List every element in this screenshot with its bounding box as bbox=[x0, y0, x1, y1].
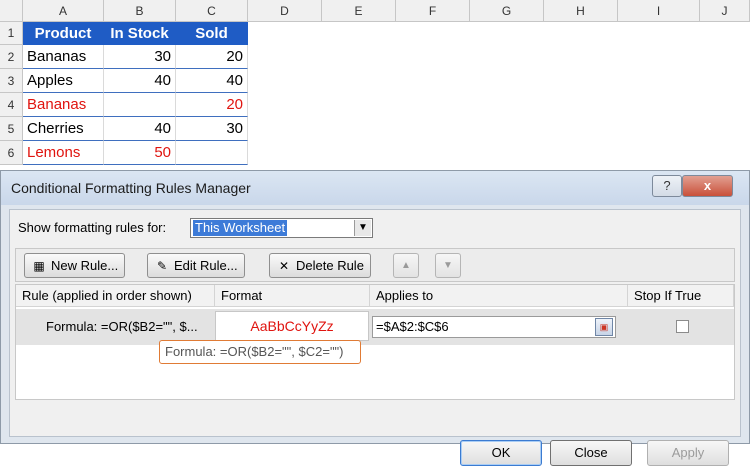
cell-a2[interactable]: Bananas bbox=[23, 45, 104, 69]
cell-a4[interactable]: Bananas bbox=[23, 93, 104, 117]
corner-cell[interactable] bbox=[0, 0, 23, 22]
cell-a6[interactable]: Lemons bbox=[23, 141, 104, 165]
applies-to-value: =$A$2:$C$6 bbox=[376, 319, 449, 334]
col-header-c[interactable]: C bbox=[176, 0, 248, 22]
cell-c1[interactable]: Sold bbox=[176, 22, 248, 45]
rules-manager-dialog: Conditional Formatting Rules Manager ? x… bbox=[0, 170, 750, 466]
col-header-j[interactable]: J bbox=[700, 0, 750, 22]
col-header-a[interactable]: A bbox=[23, 0, 104, 22]
show-rules-value: This Worksheet bbox=[193, 220, 288, 236]
cell-c3[interactable]: 40 bbox=[176, 69, 248, 93]
rules-toolbar: ▦ New Rule... ✎ Edit Rule... ✕ Delete Rule … bbox=[15, 248, 735, 282]
move-up-icon[interactable]: ▲ bbox=[393, 253, 419, 278]
col-rule-header: Rule (applied in order shown) bbox=[16, 285, 215, 307]
rule-row[interactable]: Formula: =OR($B2="", $... AaBbCcYyZz =$A… bbox=[16, 309, 734, 345]
row-header-5[interactable]: 5 bbox=[0, 117, 23, 141]
new-rule-button[interactable]: ▦ New Rule... bbox=[24, 253, 126, 278]
help-button[interactable]: ? bbox=[652, 175, 682, 197]
col-header-e[interactable]: E bbox=[322, 0, 396, 22]
edit-rule-button[interactable]: ✎ Edit Rule... bbox=[147, 253, 245, 278]
col-applies-header: Applies to bbox=[370, 285, 628, 307]
cell-c5[interactable]: 30 bbox=[176, 117, 248, 141]
row-header-4[interactable]: 4 bbox=[0, 93, 23, 117]
cell-a5[interactable]: Cherries bbox=[23, 117, 104, 141]
rule-formula: Formula: =OR($B2="", $... bbox=[46, 319, 198, 334]
col-stop-header: Stop If True bbox=[628, 285, 734, 307]
dialog-title: Conditional Formatting Rules Manager bbox=[11, 180, 251, 196]
show-rules-select[interactable]: This Worksheet ▼ bbox=[190, 218, 373, 238]
cell-c2[interactable]: 20 bbox=[176, 45, 248, 69]
show-rules-label: Show formatting rules for: bbox=[18, 220, 167, 235]
cell-b3[interactable]: 40 bbox=[104, 69, 176, 93]
close-x-button[interactable]: x bbox=[682, 175, 733, 197]
cell-a1[interactable]: Product bbox=[23, 22, 104, 45]
row-header-2[interactable]: 2 bbox=[0, 45, 23, 69]
cell-b4[interactable] bbox=[104, 93, 176, 117]
cell-a3[interactable]: Apples bbox=[23, 69, 104, 93]
dialog-titlebar[interactable]: Conditional Formatting Rules Manager ? x bbox=[1, 171, 749, 205]
col-header-b[interactable]: B bbox=[104, 0, 176, 22]
new-rule-icon: ▦ bbox=[33, 259, 45, 273]
col-format-header: Format bbox=[215, 285, 370, 307]
delete-rule-label: Delete Rule bbox=[296, 258, 364, 273]
cell-b5[interactable]: 40 bbox=[104, 117, 176, 141]
col-header-i[interactable]: I bbox=[618, 0, 700, 22]
rules-grid: Rule (applied in order shown) Format App… bbox=[15, 284, 735, 400]
cell-b2[interactable]: 30 bbox=[104, 45, 176, 69]
range-selector-icon[interactable]: ▣ bbox=[595, 318, 613, 336]
format-preview: AaBbCcYyZz bbox=[215, 311, 369, 341]
col-header-f[interactable]: F bbox=[396, 0, 470, 22]
edit-rule-icon: ✎ bbox=[156, 259, 168, 273]
cell-b1[interactable]: In Stock bbox=[104, 22, 176, 45]
delete-rule-button[interactable]: ✕ Delete Rule bbox=[269, 253, 371, 278]
col-header-d[interactable]: D bbox=[248, 0, 322, 22]
applies-to-field[interactable]: =$A$2:$C$6 ▣ bbox=[372, 316, 616, 338]
formula-tooltip: Formula: =OR($B2="", $C2="") bbox=[159, 340, 361, 364]
stop-if-true-checkbox[interactable] bbox=[676, 320, 689, 333]
cell-c6[interactable] bbox=[176, 141, 248, 165]
dropdown-arrow-icon[interactable]: ▼ bbox=[354, 220, 371, 236]
cell-b6[interactable]: 50 bbox=[104, 141, 176, 165]
col-header-g[interactable]: G bbox=[470, 0, 544, 22]
dialog-body: Show formatting rules for: This Workshee… bbox=[9, 209, 741, 466]
cell-c4[interactable]: 20 bbox=[176, 93, 248, 117]
col-header-h[interactable]: H bbox=[544, 0, 618, 22]
new-rule-label: New Rule... bbox=[51, 258, 119, 273]
row-header-6[interactable]: 6 bbox=[0, 141, 23, 165]
row-header-1[interactable]: 1 bbox=[0, 22, 23, 45]
move-down-icon[interactable]: ▼ bbox=[435, 253, 461, 278]
edit-rule-label: Edit Rule... bbox=[174, 258, 238, 273]
delete-x-icon: ✕ bbox=[278, 259, 290, 273]
spreadsheet: A B C D E F G H I J 1 2 3 4 5 6 Product … bbox=[0, 0, 750, 178]
row-header-3[interactable]: 3 bbox=[0, 69, 23, 93]
